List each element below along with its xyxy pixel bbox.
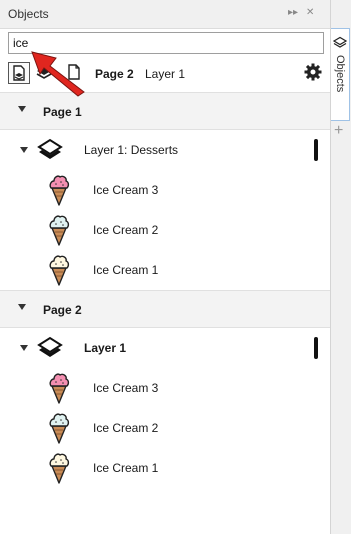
object-properties-button[interactable] <box>8 62 30 84</box>
current-layer-label: Layer 1 <box>145 67 186 81</box>
search-field[interactable] <box>8 32 324 54</box>
ice-cream-icon <box>49 413 70 444</box>
expand-triangle-icon[interactable] <box>20 147 28 153</box>
ice-cream-icon <box>49 215 70 246</box>
page-layers-icon <box>13 65 25 81</box>
close-icon[interactable]: ✕ <box>306 7 314 18</box>
layer-icon <box>37 138 63 159</box>
page-icon <box>68 64 80 80</box>
layer-color-bar <box>314 139 318 161</box>
expand-triangle-icon[interactable] <box>18 304 26 310</box>
expand-triangle-icon[interactable] <box>20 345 28 351</box>
expand-triangle-icon[interactable] <box>18 106 26 112</box>
collapse-icon[interactable]: ▸▸ <box>288 7 298 18</box>
objects-docker-tab[interactable]: Objects <box>331 28 350 121</box>
object-node-label: Ice Cream 3 <box>93 183 159 197</box>
gear-icon <box>304 63 322 81</box>
ice-cream-icon <box>49 373 70 404</box>
page-node[interactable]: Page 1 <box>0 92 330 130</box>
object-node[interactable]: Ice Cream 2 <box>0 210 330 250</box>
layer-icon <box>37 336 63 357</box>
page-view-button[interactable] <box>64 62 86 84</box>
ice-cream-icon <box>49 255 70 286</box>
layer-color-bar <box>314 337 318 359</box>
layer-node-label: Layer 1 <box>84 341 127 355</box>
search-input[interactable] <box>9 33 323 53</box>
object-node[interactable]: Ice Cream 3 <box>0 170 330 210</box>
panel-titlebar: Objects ▸▸ ✕ <box>0 0 330 29</box>
current-page-label: Page 2 <box>95 67 134 81</box>
layers-icon <box>333 36 347 48</box>
layer-node[interactable]: Layer 1 <box>0 328 330 368</box>
object-node-label: Ice Cream 2 <box>93 223 159 237</box>
settings-button[interactable] <box>303 62 325 84</box>
layer-view-button[interactable] <box>34 62 56 84</box>
ice-cream-icon <box>49 453 70 484</box>
layer-node[interactable]: Layer 1: Desserts <box>0 130 330 170</box>
layer-node-label: Layer 1: Desserts <box>84 143 179 157</box>
add-docker-icon[interactable]: + <box>334 122 343 140</box>
page-node-label: Page 1 <box>43 105 82 119</box>
layers-icon <box>36 67 52 79</box>
panel-title: Objects <box>8 7 49 21</box>
object-node-label: Ice Cream 3 <box>93 381 159 395</box>
object-node[interactable]: Ice Cream 1 <box>0 250 330 290</box>
objects-toolbar: Page 2 Layer 1 <box>0 58 330 88</box>
ice-cream-icon <box>49 175 70 206</box>
page-node[interactable]: Page 2 <box>0 290 330 328</box>
object-node[interactable]: Ice Cream 1 <box>0 448 330 488</box>
object-node-label: Ice Cream 2 <box>93 421 159 435</box>
object-node-label: Ice Cream 1 <box>93 263 159 277</box>
object-node-label: Ice Cream 1 <box>93 461 159 475</box>
page-node-label: Page 2 <box>43 303 82 317</box>
object-node[interactable]: Ice Cream 2 <box>0 408 330 448</box>
object-node[interactable]: Ice Cream 3 <box>0 368 330 408</box>
objects-tab-label: Objects <box>334 55 346 93</box>
objects-panel: Objects ▸▸ ✕ Page 2 Layer 1 <box>0 0 331 534</box>
